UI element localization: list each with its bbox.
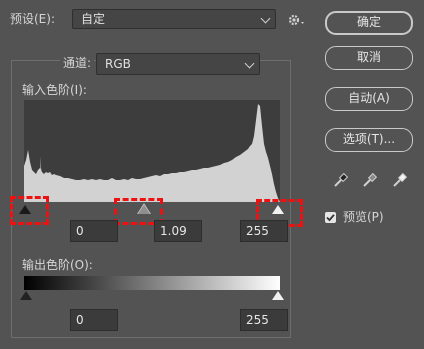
input-black-field[interactable]: 0: [70, 220, 118, 242]
preview-label: 预览(P): [343, 210, 384, 224]
gear-icon[interactable]: [288, 13, 306, 27]
chevron-down-icon: [244, 58, 255, 69]
output-white-field[interactable]: 255: [240, 309, 288, 331]
checkmark-icon: [326, 214, 335, 222]
output-levels-label: 输出色阶(O):: [22, 258, 93, 272]
channel-dropdown[interactable]: RGB: [96, 53, 260, 75]
histogram-curve: [24, 104, 280, 202]
input-mid-field[interactable]: 1.09: [154, 220, 202, 242]
highlight-black-slider: [10, 196, 49, 225]
white-eyedropper-icon[interactable]: [392, 172, 408, 188]
output-black-slider[interactable]: [20, 291, 32, 300]
cancel-button[interactable]: 取消: [325, 46, 413, 70]
input-levels-label: 输入色阶(I):: [22, 83, 87, 97]
output-gradient: [24, 276, 280, 290]
preset-dropdown[interactable]: 自定: [72, 9, 276, 29]
preview-checkbox[interactable]: [325, 212, 336, 223]
histogram: [24, 100, 280, 202]
preset-value: 自定: [81, 12, 106, 26]
options-button[interactable]: 选项(T)...: [325, 128, 413, 152]
channel-label: 通道:: [60, 56, 95, 70]
ok-button[interactable]: 确定: [325, 11, 413, 35]
chevron-down-icon: [260, 13, 271, 24]
output-white-slider[interactable]: [272, 291, 284, 300]
input-white-field[interactable]: 255: [240, 220, 288, 242]
preset-label: 预设(E):: [10, 12, 55, 26]
gray-eyedropper-icon[interactable]: [362, 172, 378, 188]
channel-value: RGB: [105, 57, 131, 71]
black-eyedropper-icon[interactable]: [333, 172, 349, 188]
output-black-field[interactable]: 0: [70, 309, 118, 331]
auto-button[interactable]: 自动(A): [325, 87, 413, 111]
